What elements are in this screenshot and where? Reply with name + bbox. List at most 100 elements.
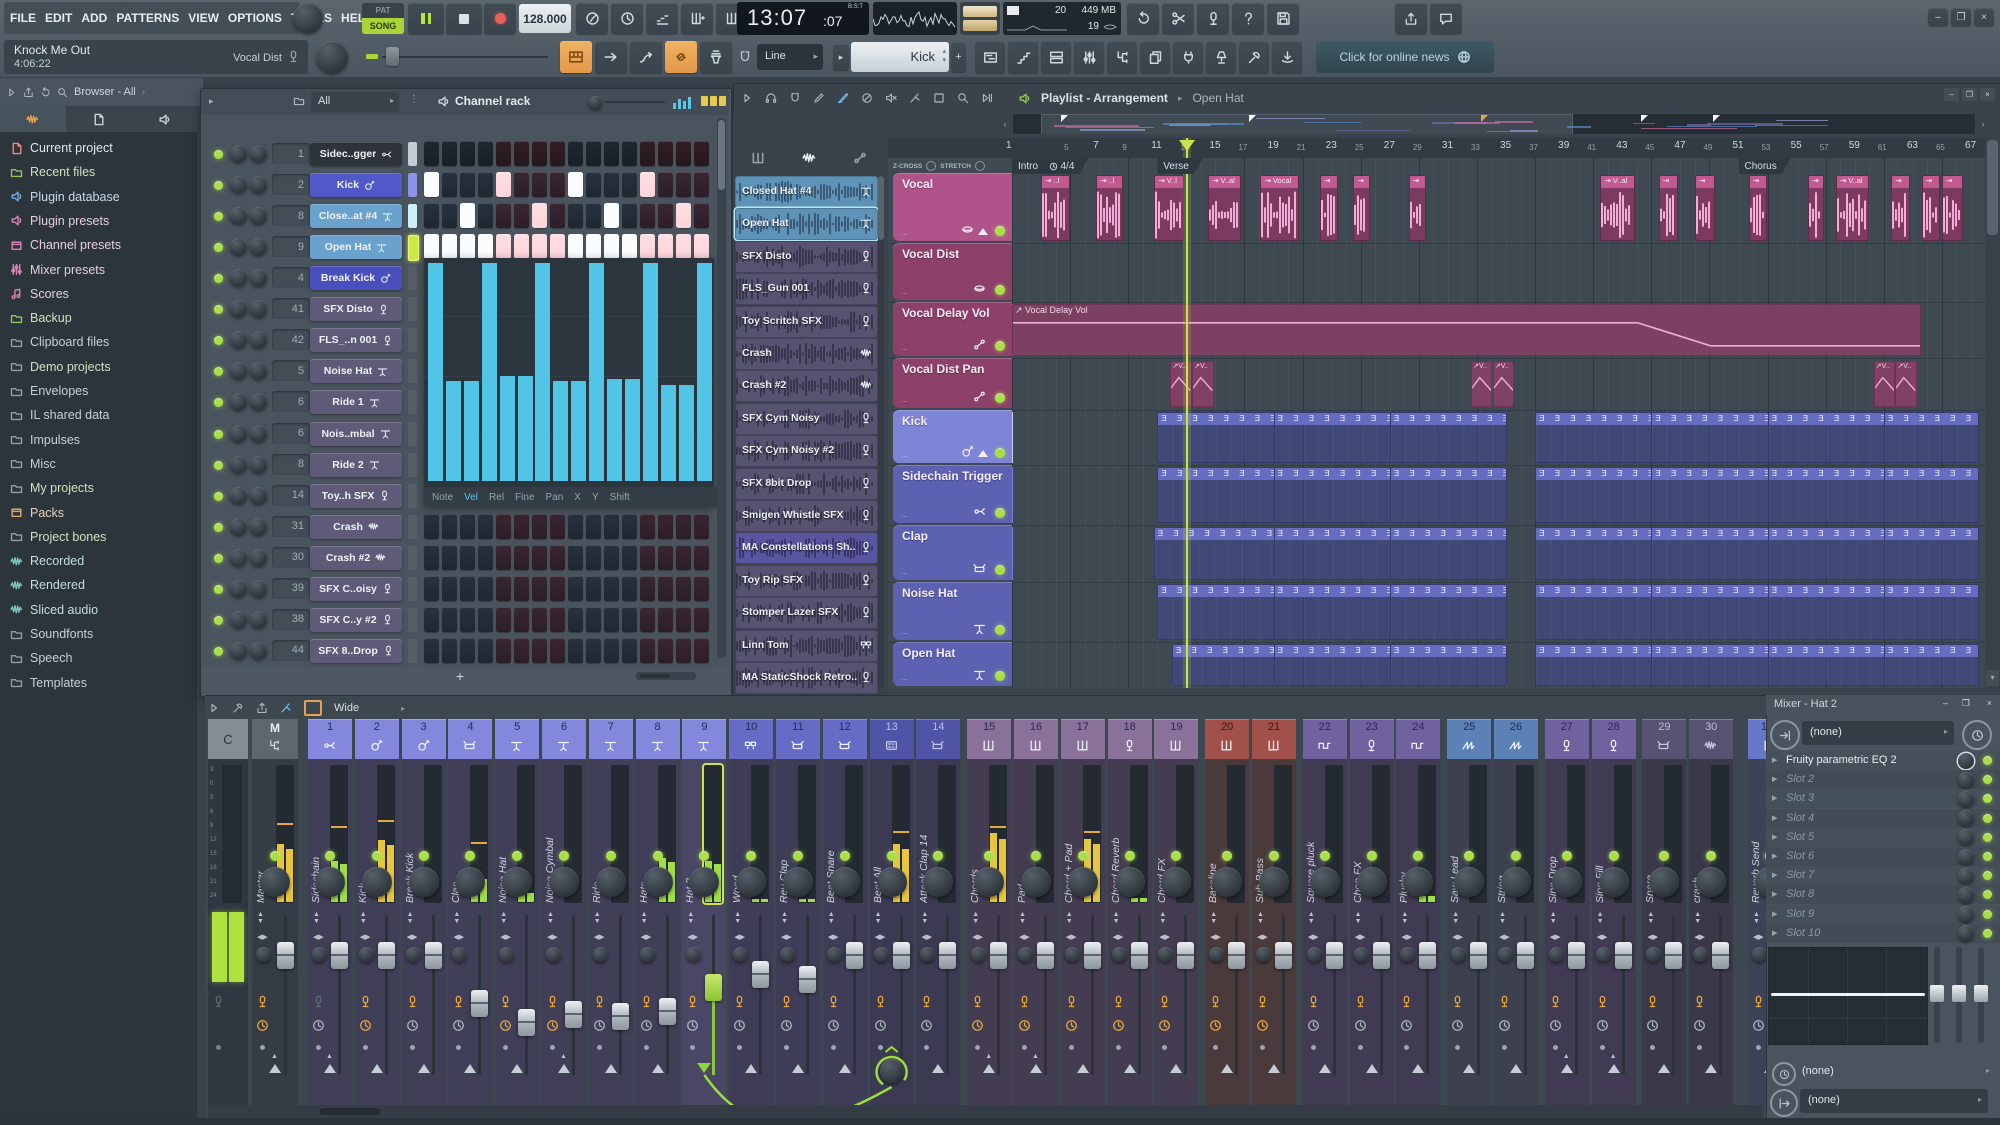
pan-lr-icon[interactable]: ◀▶ bbox=[781, 933, 792, 941]
channel-mixer-track-number[interactable]: 6 bbox=[272, 422, 310, 444]
channel-mixer-track-number[interactable]: 44 bbox=[272, 639, 310, 661]
audio-clip[interactable]: ⇥ V..al bbox=[1600, 175, 1635, 241]
step-cell[interactable] bbox=[442, 513, 457, 539]
playlist-minimap-left[interactable]: ‹ bbox=[999, 115, 1011, 133]
channel-pan-knob[interactable] bbox=[230, 238, 247, 256]
window-restore-button[interactable]: ❐ bbox=[1951, 8, 1971, 26]
pan-knob[interactable] bbox=[316, 41, 348, 73]
pan-lr-icon[interactable]: ◀▶ bbox=[594, 933, 605, 941]
strip-pan-knob[interactable] bbox=[974, 867, 1005, 897]
strip-clock-icon[interactable] bbox=[499, 1019, 512, 1032]
mixer-layout-icon[interactable] bbox=[304, 700, 322, 716]
stereo-sep-icon[interactable]: ▲ ▼ bbox=[547, 911, 554, 925]
pan-lr-icon[interactable]: ◀▶ bbox=[1452, 933, 1463, 941]
slot-expand-arrow[interactable]: ▶ bbox=[1772, 775, 1777, 783]
mic-button[interactable] bbox=[1197, 3, 1229, 34]
velocity-bar[interactable] bbox=[589, 263, 605, 481]
mixer-link-icon[interactable] bbox=[280, 702, 292, 714]
strip-mute-speaker-icon[interactable] bbox=[780, 995, 793, 1008]
picker-item-ma-constellations-sh-[interactable]: MA Constellations Sh.. bbox=[735, 532, 878, 565]
fader-track[interactable] bbox=[525, 915, 529, 1075]
channel-enable-led[interactable] bbox=[214, 522, 223, 532]
pan-lr-icon[interactable]: ◀▶ bbox=[1550, 933, 1561, 941]
browser-item-channel-presets[interactable]: Channel presets bbox=[10, 233, 195, 257]
strip-pan-knob[interactable] bbox=[1212, 867, 1243, 897]
strip-mute-speaker-icon[interactable] bbox=[1451, 995, 1464, 1008]
sep-knob[interactable] bbox=[920, 947, 936, 962]
channel-volume-knob[interactable] bbox=[250, 455, 267, 473]
audio-clip[interactable]: ⇥ bbox=[1658, 175, 1679, 241]
track-mute-led[interactable] bbox=[995, 285, 1005, 295]
route-to-arrow[interactable] bbox=[983, 1064, 996, 1073]
strip-clock-icon[interactable] bbox=[686, 1019, 699, 1032]
mixer-strip-hat-2[interactable]: Hat 2 ▲ ▼ ◀▶ bbox=[682, 759, 727, 1105]
mixer-strip-chord-pad[interactable]: Chord + Pad ▲ ▼ ◀▶ bbox=[1060, 759, 1105, 1105]
pattern-clip[interactable]: Ǝ Ǝ Ǝ Ǝ Ǝ Ǝ Ǝ Ǝ Ǝ Ǝ bbox=[1535, 412, 1653, 463]
step-cell[interactable] bbox=[640, 203, 655, 229]
pan-lr-icon[interactable]: ◀▶ bbox=[547, 933, 558, 941]
stereo-sep-icon[interactable]: ▲ ▼ bbox=[1113, 911, 1120, 925]
step-cell[interactable] bbox=[694, 234, 709, 260]
track-mute-led[interactable] bbox=[995, 393, 1005, 403]
strip-mute-speaker-icon[interactable] bbox=[971, 995, 984, 1008]
pattern-clip[interactable]: Ǝ Ǝ Ǝ Ǝ Ǝ Ǝ Ǝ Ǝ Ǝ Ǝ bbox=[1389, 412, 1508, 463]
mixer-strip-noise-hat[interactable]: Noise Hat▲ ▼◀▶ bbox=[495, 759, 540, 1105]
route-to-arrow[interactable] bbox=[1607, 1064, 1620, 1073]
step-cell[interactable] bbox=[424, 544, 439, 570]
step-cell[interactable] bbox=[442, 637, 457, 663]
mixer-track-header[interactable]: 29 bbox=[1642, 719, 1687, 759]
sep-knob[interactable] bbox=[358, 947, 374, 962]
mixer-track-header[interactable]: 5 bbox=[495, 719, 540, 759]
fader-track[interactable] bbox=[946, 915, 950, 1075]
route-to-arrow[interactable] bbox=[1412, 1064, 1425, 1073]
strip-mute-speaker-icon[interactable] bbox=[1354, 995, 1367, 1008]
send-clock-icon[interactable] bbox=[1772, 1062, 1796, 1086]
step-cell[interactable] bbox=[586, 606, 601, 632]
picker-scrollbar[interactable] bbox=[878, 176, 884, 688]
channel-pan-knob[interactable] bbox=[230, 548, 247, 566]
step-cell[interactable] bbox=[640, 172, 655, 198]
effect-slot-5[interactable]: ▶ Slot 5 bbox=[1766, 827, 2000, 847]
slot-expand-arrow[interactable]: ▶ bbox=[1772, 852, 1777, 860]
output-selector[interactable]: (none) ▸ bbox=[1800, 1089, 1988, 1113]
picker-scroll-down[interactable]: ▾ bbox=[1986, 670, 1999, 686]
pan-lr-icon[interactable]: ◀▶ bbox=[921, 933, 932, 941]
picker-item-toy-scritch-sfx[interactable]: Toy Scritch SFX bbox=[735, 305, 878, 338]
channel-mixer-track-number[interactable]: 4 bbox=[272, 267, 310, 289]
rack-collapse-icon[interactable]: ▸ bbox=[209, 96, 214, 107]
pan-lr-icon[interactable]: ◀▶ bbox=[1647, 933, 1658, 941]
step-cell[interactable] bbox=[676, 606, 691, 632]
channel-volume-knob[interactable] bbox=[250, 548, 267, 566]
stereo-sep-icon[interactable]: ▲ ▼ bbox=[313, 911, 320, 925]
pan-lr-icon[interactable]: ◀▶ bbox=[1499, 933, 1510, 941]
channel-volume-knob[interactable] bbox=[250, 362, 267, 380]
browser-collapse-icon[interactable] bbox=[6, 87, 17, 98]
sep-knob[interactable] bbox=[780, 947, 795, 962]
fader-track[interactable] bbox=[1719, 915, 1723, 1075]
track-options[interactable]: ... bbox=[901, 287, 908, 296]
pattern-selector[interactable]: Kick ▴ ▾ bbox=[851, 42, 949, 72]
stereo-sep-icon[interactable]: ▲ ▼ bbox=[1401, 911, 1408, 925]
strip-clock-icon[interactable] bbox=[733, 1019, 746, 1032]
playlist-tool-play-pause-icon[interactable] bbox=[980, 92, 994, 104]
channel-button-open-hat[interactable]: Open Hat bbox=[310, 235, 402, 260]
channel-selector-indicator[interactable] bbox=[408, 545, 417, 570]
stereo-sep-icon[interactable]: ▲ ▼ bbox=[875, 911, 882, 925]
channel-pan-knob[interactable] bbox=[230, 269, 247, 287]
picker-item-open-hat[interactable]: Open Hat bbox=[735, 208, 878, 241]
step-cell[interactable] bbox=[658, 203, 673, 229]
picker-item-toy-rip-sfx[interactable]: Toy Rip SFX bbox=[735, 564, 878, 597]
slot-enable-led[interactable] bbox=[1983, 852, 1992, 861]
audio-clip[interactable]: ⇥ bbox=[1694, 175, 1715, 241]
step-cell[interactable] bbox=[568, 234, 583, 260]
browser-item-recent-files[interactable]: Recent files bbox=[10, 160, 195, 184]
browser-item-my-projects[interactable]: My projects bbox=[10, 476, 195, 500]
step-cell[interactable] bbox=[496, 172, 511, 198]
audio-clip[interactable]: ⇥ Vocal bbox=[1260, 175, 1300, 241]
mixer-strip-sine-fill[interactable]: Sine Fill ▲ ▼ ◀▶ ▲ bbox=[1591, 759, 1636, 1105]
mixer-track-header[interactable]: 9 bbox=[682, 719, 727, 759]
mixer-hscroll[interactable] bbox=[208, 1105, 1763, 1118]
step-cell[interactable] bbox=[604, 637, 619, 663]
step-cell[interactable] bbox=[676, 234, 691, 260]
slot-enable-led[interactable] bbox=[1983, 871, 1992, 881]
